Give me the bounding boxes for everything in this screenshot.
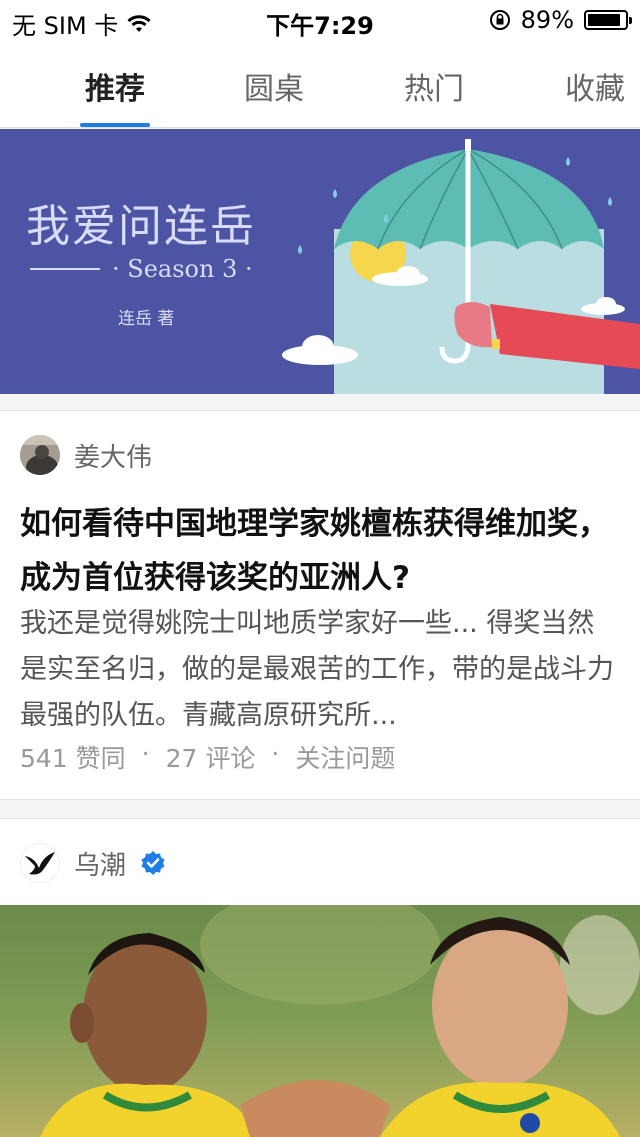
active-tab-indicator <box>80 123 150 127</box>
author-name[interactable]: 乌潮 <box>74 845 126 882</box>
banner-author: 连岳 著 <box>118 309 175 329</box>
answer-excerpt[interactable]: 我还是觉得姚院士叫地质学家好一些... 得奖当然是实至名归，做的是最艰苦的工作，… <box>20 601 620 739</box>
battery-percent: 89% <box>520 6 574 34</box>
banner-title: 我爱问连岳 <box>26 201 256 252</box>
tab-favorites[interactable]: 收藏 <box>515 64 640 108</box>
banner-season: · Season 3 · <box>30 255 253 283</box>
tab-roundtable[interactable]: 圆桌 <box>194 64 354 108</box>
tab-recommend[interactable]: 推荐 <box>35 64 195 108</box>
banner-divider <box>30 268 100 270</box>
top-tabs: 推荐 圆桌 热门 收藏 <box>0 40 640 128</box>
author-row[interactable]: 乌潮 <box>20 843 166 883</box>
avatar[interactable] <box>20 435 60 475</box>
meta-separator: · <box>271 739 280 768</box>
verified-badge-icon <box>141 851 165 875</box>
avatar[interactable] <box>20 843 60 883</box>
author-name[interactable]: 姜大伟 <box>74 437 152 474</box>
tab-hot[interactable]: 热门 <box>354 64 514 108</box>
feed-card[interactable]: 乌潮 <box>0 818 640 1137</box>
football-players-photo[interactable] <box>0 905 640 1137</box>
meta-separator: · <box>141 739 150 768</box>
status-bar: 无 SIM 卡 下午7:29 89% <box>0 0 640 40</box>
banner-season-label: · Season 3 · <box>112 255 253 283</box>
question-title[interactable]: 如何看待中国地理学家姚檀栋获得维加奖，成为首位获得该奖的亚洲人? <box>20 497 620 605</box>
battery-icon <box>584 10 632 30</box>
players-illustration <box>40 905 640 1137</box>
follow-question-link[interactable]: 关注问题 <box>295 739 395 775</box>
rotation-lock-icon <box>489 10 510 30</box>
feed-card[interactable]: 姜大伟 如何看待中国地理学家姚檀栋获得维加奖，成为首位获得该奖的亚洲人? 我还是… <box>0 410 640 800</box>
likes-count: 541 赞同 <box>20 744 126 773</box>
comments-count[interactable]: 27 评论 <box>166 739 256 775</box>
avatar-image <box>20 435 60 475</box>
card-meta: 541 赞同 · 27 评论 · 关注问题 <box>20 739 395 775</box>
bird-logo-icon <box>25 852 55 875</box>
author-row[interactable]: 姜大伟 <box>20 435 152 475</box>
status-right: 89% <box>489 6 632 34</box>
